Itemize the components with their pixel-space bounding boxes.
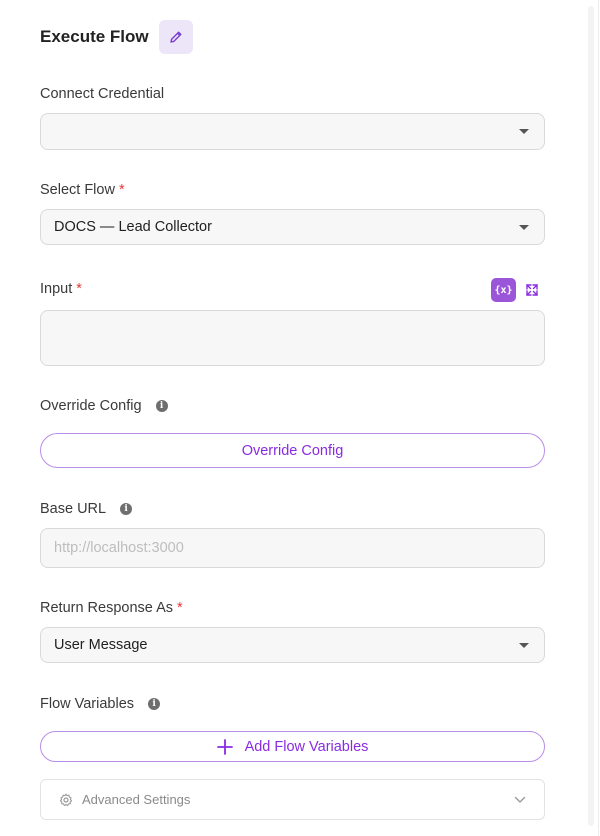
scrollbar[interactable]: [588, 6, 594, 826]
required-asterisk: *: [177, 600, 183, 616]
connect-credential-label: Connect Credential: [40, 86, 164, 102]
required-asterisk: *: [76, 281, 82, 297]
select-flow-value: DOCS — Lead Collector: [54, 219, 212, 235]
return-response-label-text: Return Response As: [40, 600, 173, 616]
override-config-label-text: Override Config: [40, 398, 142, 414]
chevron-down-icon: [514, 796, 526, 803]
flow-variables-label-text: Flow Variables: [40, 696, 135, 712]
required-asterisk: *: [118, 182, 125, 198]
connect-credential-label-text: Connect Credential: [40, 86, 165, 102]
info-icon[interactable]: i: [148, 698, 161, 710]
override-config-button[interactable]: Override Config: [40, 433, 545, 468]
select-flow-label: Select Flow *: [40, 182, 125, 198]
override-config-label: Override Config i: [40, 398, 168, 414]
input-label-text: Input: [40, 281, 73, 297]
select-flow-select[interactable]: DOCS — Lead Collector: [40, 209, 545, 245]
chevron-down-icon: [519, 129, 529, 134]
add-flow-variables-label: Add Flow Variables: [244, 738, 369, 755]
info-icon[interactable]: i: [155, 400, 168, 412]
input-textarea[interactable]: [40, 310, 545, 366]
base-url-placeholder: http://localhost:3000: [54, 540, 184, 556]
plus-icon: [216, 738, 233, 755]
override-config-button-label: Override Config: [241, 442, 344, 459]
pencil-icon: [169, 31, 182, 43]
chevron-down-icon: [519, 224, 529, 230]
base-url-label-text: Base URL: [40, 501, 107, 517]
advanced-settings-label: Advanced Settings: [82, 792, 191, 807]
execute-flow-panel: Execute Flow Connect Credential Select F…: [0, 0, 599, 836]
info-icon[interactable]: i: [120, 503, 133, 515]
page-title: Execute Flow: [40, 27, 149, 46]
flow-variables-label: Flow Variables i: [40, 696, 161, 712]
base-url-label: Base URL i: [40, 501, 133, 517]
base-url-input[interactable]: http://localhost:3000: [40, 528, 545, 568]
return-response-label: Return Response As *: [40, 600, 183, 616]
connect-credential-select[interactable]: [40, 113, 545, 150]
input-label: Input *: [40, 281, 82, 297]
variable-icon: {x}: [494, 284, 513, 296]
panel-header: Execute Flow: [40, 19, 193, 55]
select-flow-label-text: Select Flow: [40, 182, 115, 198]
chevron-down-icon: [519, 642, 529, 648]
return-response-value: User Message: [54, 637, 148, 653]
expand-input-button[interactable]: [524, 282, 540, 298]
gear-icon: [59, 793, 73, 806]
advanced-settings-accordion[interactable]: Advanced Settings: [40, 779, 545, 820]
return-response-select[interactable]: User Message: [40, 627, 545, 663]
expand-icon: [526, 284, 538, 296]
edit-title-button[interactable]: [158, 20, 193, 54]
insert-variable-button[interactable]: {x}: [491, 278, 516, 302]
add-flow-variables-button[interactable]: Add Flow Variables: [40, 731, 545, 762]
